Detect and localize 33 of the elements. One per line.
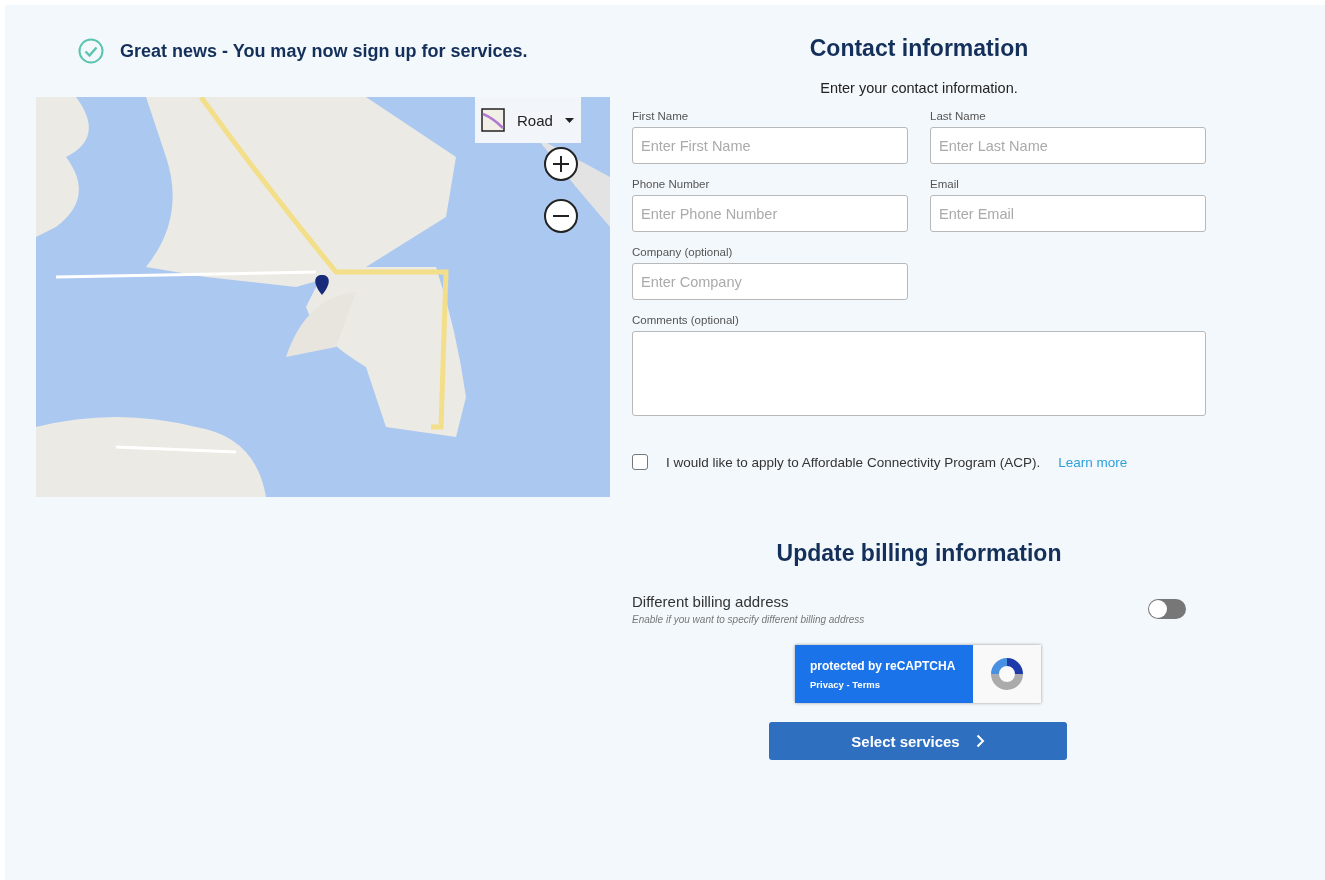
map-style-icon [481,108,505,132]
input-field[interactable]: Enter Phone Number [632,195,908,232]
field-label: Email [930,178,960,190]
billing-toggle[interactable] [1148,599,1186,619]
recaptcha-title: protected by reCAPTCHA [810,658,957,673]
learn-more-link[interactable]: Learn more [1058,454,1128,470]
chevron-right-icon [975,734,985,748]
success-message: Great news - You may now sign up for services. [120,40,528,62]
input-field[interactable]: Enter Email [930,195,1206,232]
section-title: Contact information [808,34,1030,62]
instruction-text: Enter your contact information. [819,80,1019,96]
acp-checkbox[interactable] [632,454,648,470]
section-title: Update billing information [775,540,1063,567]
acp-label: I would like to apply to Affordable Connectivity Program (ACP). [666,454,1041,470]
check-circle-icon [78,38,104,64]
field-label: Last Name [930,110,987,122]
toggle-label: Different billing address [632,593,790,610]
caret-icon [564,117,574,123]
field-label: Comments (optional) [632,314,740,326]
recaptcha-links[interactable]: Privacy - Terms [810,678,973,690]
field-label: First Name [632,110,690,122]
minus-icon [552,214,570,218]
toggle-hint: Enable if you want to specify different billing address [632,614,865,625]
field-label: Phone Number [632,178,711,190]
input-field[interactable]: Enter First Name [632,127,908,164]
comments-field[interactable] [632,331,1206,416]
input-field[interactable]: Enter Last Name [930,127,1206,164]
field-label: Company (optional) [632,246,734,258]
map-style-dropdown[interactable]: Road [475,97,581,143]
map-style-label: Road [517,111,553,129]
select-services-button[interactable]: Select services [769,722,1067,760]
plus-icon [552,155,570,173]
input-field[interactable]: Enter Company [632,263,908,300]
